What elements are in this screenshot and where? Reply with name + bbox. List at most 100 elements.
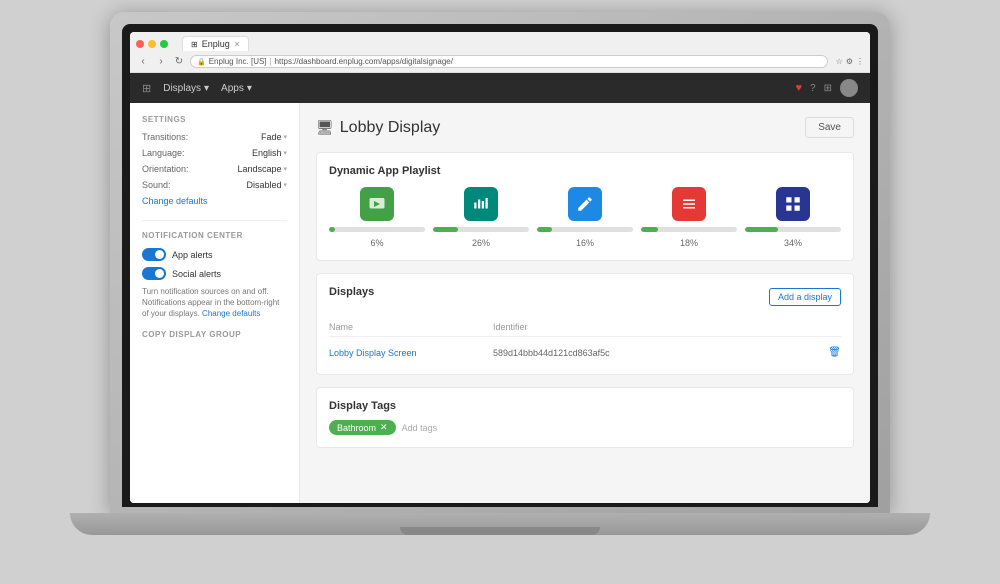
nav-apps-label: Apps — [221, 83, 244, 94]
social-alerts-toggle[interactable] — [142, 267, 166, 280]
copy-display-label: COPY DISPLAY GROUP — [142, 330, 287, 339]
language-label: Language: — [142, 148, 185, 158]
language-chevron-icon: ▾ — [283, 149, 287, 157]
bookmark-icon[interactable]: ☆ — [836, 57, 843, 66]
sidebar: SETTINGS Transitions: Fade ▾ Language: — [130, 103, 300, 503]
transitions-value: Fade — [261, 132, 282, 142]
sound-label: Sound: — [142, 180, 171, 190]
secure-icon: 🔒 — [197, 58, 206, 66]
progress-bar-container — [433, 227, 529, 232]
save-button[interactable]: Save — [805, 117, 854, 138]
tab-close-icon[interactable]: ✕ — [234, 40, 241, 49]
nav-left: ⊞ Displays ▾ Apps ▾ — [142, 82, 252, 95]
monitor-icon: 🖥 — [316, 119, 334, 136]
page-content: SETTINGS Transitions: Fade ▾ Language: — [130, 103, 870, 503]
tab-favicon: ⊞ — [191, 40, 198, 49]
app-icon-blue — [568, 187, 602, 221]
orientation-value-container[interactable]: Landscape ▾ — [237, 164, 287, 174]
page-title: 🖥 Lobby Display — [316, 119, 440, 137]
playlist-card: Dynamic App Playlist 6% 26% 16%18% 34% — [316, 152, 854, 261]
app-percent-label: 6% — [370, 238, 383, 248]
tab-bar: ⊞ Enplug ✕ — [182, 36, 249, 51]
grid-icon[interactable]: ⊞ — [824, 83, 832, 94]
logo-icon: ⊞ — [142, 82, 151, 95]
transitions-setting: Transitions: Fade ▾ — [142, 132, 287, 142]
change-defaults-link[interactable]: Change defaults — [142, 196, 287, 206]
progress-bar-container — [537, 227, 633, 232]
app-icon-teal — [464, 187, 498, 221]
heart-icon[interactable]: ♥ — [796, 82, 803, 94]
display-tags-card: Display Tags Bathroom✕Add tags — [316, 387, 854, 448]
playlist-title: Dynamic App Playlist — [329, 165, 841, 177]
help-icon[interactable]: ? — [810, 83, 816, 94]
laptop-base — [70, 513, 930, 535]
playlist-app-item[interactable]: 16% — [537, 187, 633, 248]
app-percent-label: 26% — [472, 238, 490, 248]
progress-bar-fill — [745, 227, 778, 232]
apps-chevron-icon: ▾ — [247, 83, 252, 94]
tag-remove-icon[interactable]: ✕ — [380, 422, 388, 433]
sidebar-divider — [142, 220, 287, 221]
social-alerts-toggle-row: Social alerts — [142, 267, 287, 280]
display-identifier: 589d14bbb44d121cd863af5c — [493, 348, 821, 358]
tag-chip: Bathroom✕ — [329, 420, 396, 435]
minimize-button[interactable] — [148, 40, 156, 48]
progress-bar-fill — [329, 227, 335, 232]
avatar[interactable] — [840, 79, 858, 97]
browser-tab[interactable]: ⊞ Enplug ✕ — [182, 36, 249, 51]
browser-controls: ⊞ Enplug ✕ — [136, 36, 864, 51]
app-icon-darkblue — [776, 187, 810, 221]
col-action-header — [821, 322, 841, 332]
page-title-text: Lobby Display — [340, 119, 441, 137]
refresh-button[interactable]: ↻ — [172, 56, 186, 67]
sound-value-container[interactable]: Disabled ▾ — [246, 180, 287, 190]
table-header: Name Identifier — [329, 318, 841, 337]
sound-chevron-icon: ▾ — [283, 181, 287, 189]
notification-section-label: NOTIFICATION CENTER — [142, 231, 287, 240]
playlist-app-item[interactable]: 6% — [329, 187, 425, 248]
app-percent-label: 34% — [784, 238, 802, 248]
transitions-value-container[interactable]: Fade ▾ — [261, 132, 287, 142]
back-button[interactable]: ‹ — [136, 56, 150, 67]
screen-bezel: ⊞ Enplug ✕ ‹ › ↻ 🔒 Enplug Inc. [US] — [122, 24, 878, 507]
progress-bar-fill — [537, 227, 552, 232]
playlist-app-item[interactable]: 34% — [745, 187, 841, 248]
nav-apps[interactable]: Apps ▾ — [221, 83, 252, 94]
laptop-screen: ⊞ Enplug ✕ ‹ › ↻ 🔒 Enplug Inc. [US] — [130, 32, 870, 503]
app-content: ⊞ Displays ▾ Apps ▾ ♥ — [130, 73, 870, 503]
language-value-container[interactable]: English ▾ — [252, 148, 287, 158]
app-icon-red — [672, 187, 706, 221]
extensions-icon[interactable]: ⚙ — [846, 57, 853, 66]
playlist-app-item[interactable]: 18% — [641, 187, 737, 248]
displays-card: Displays Add a display Name Identifier L… — [316, 273, 854, 375]
progress-bar-container — [329, 227, 425, 232]
url-domain: Enplug Inc. [US] — [209, 57, 267, 66]
browser-chrome: ⊞ Enplug ✕ ‹ › ↻ 🔒 Enplug Inc. [US] — [130, 32, 870, 73]
menu-icon[interactable]: ⋮ — [856, 57, 864, 66]
playlist-app-item[interactable]: 26% — [433, 187, 529, 248]
notification-description: Turn notification sources on and off. No… — [142, 286, 287, 320]
url-bar[interactable]: 🔒 Enplug Inc. [US] | https://dashboard.e… — [190, 55, 828, 68]
forward-button[interactable]: › — [154, 56, 168, 67]
nav-logo: ⊞ — [142, 82, 151, 95]
nav-displays[interactable]: Displays ▾ — [163, 83, 209, 94]
social-alerts-label: Social alerts — [172, 269, 221, 279]
add-display-button[interactable]: Add a display — [769, 288, 841, 306]
orientation-chevron-icon: ▾ — [283, 165, 287, 173]
display-name-link[interactable]: Lobby Display Screen — [329, 348, 493, 358]
add-tags-input[interactable]: Add tags — [402, 423, 438, 433]
delete-display-button[interactable]: 🗑 — [821, 347, 841, 358]
notification-change-defaults-link[interactable]: Change defaults — [202, 309, 260, 318]
app-alerts-toggle[interactable] — [142, 248, 166, 261]
main-content: 🖥 Lobby Display Save Dynamic App Playlis… — [300, 103, 870, 503]
tags-container: Bathroom✕ Add tags — [329, 420, 841, 435]
app-alerts-toggle-row: App alerts — [142, 248, 287, 261]
maximize-button[interactable] — [160, 40, 168, 48]
col-identifier-header: Identifier — [493, 322, 821, 332]
close-button[interactable] — [136, 40, 144, 48]
col-name-header: Name — [329, 322, 493, 332]
displays-title: Displays — [329, 286, 374, 298]
browser-actions: ☆ ⚙ ⋮ — [836, 57, 864, 66]
nav-displays-label: Displays — [163, 83, 201, 94]
address-bar: ‹ › ↻ 🔒 Enplug Inc. [US] | https://dashb… — [136, 55, 864, 68]
